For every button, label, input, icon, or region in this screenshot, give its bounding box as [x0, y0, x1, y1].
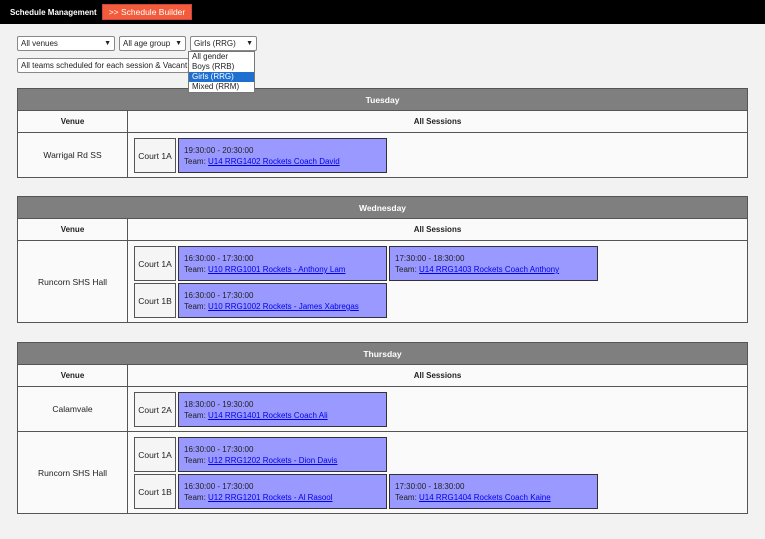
- session-block[interactable]: 19:30:00 - 20:30:00 Team: U14 RRG1402 Ro…: [178, 138, 387, 173]
- team-label: Team:: [184, 411, 206, 420]
- day-section-thursday: Thursday Venue All Sessions Calamvale Co…: [17, 342, 748, 514]
- session-time: 16:30:00 - 17:30:00: [184, 445, 254, 454]
- sessions-column-header: All Sessions: [413, 117, 462, 126]
- court-row: Court 1B 16:30:00 - 17:30:00 Team: U10 R…: [134, 283, 747, 318]
- chevron-down-icon: ▼: [246, 40, 253, 47]
- team-label: Team:: [184, 493, 206, 502]
- session-block[interactable]: 18:30:00 - 19:30:00 Team: U14 RRG1401 Ro…: [178, 392, 387, 427]
- court-label: Court 1B: [134, 283, 176, 318]
- session-block[interactable]: 16:30:00 - 17:30:00 Team: U10 RRG1001 Ro…: [178, 246, 387, 281]
- venue-row: Runcorn SHS Hall Court 1A 16:30:00 - 17:…: [18, 432, 747, 513]
- team-link[interactable]: U10 RRG1002 Rockets - James Xabregas: [208, 302, 359, 311]
- court-label: Court 2A: [134, 392, 176, 427]
- session-time: 19:30:00 - 20:30:00: [184, 146, 254, 155]
- court-list: Court 1A 16:30:00 - 17:30:00 Team: U10 R…: [128, 241, 747, 322]
- court-label: Court 1A: [134, 437, 176, 472]
- column-headers: Venue All Sessions: [18, 111, 747, 133]
- team-link[interactable]: U14 RRG1403 Rockets Coach Anthony: [419, 265, 559, 274]
- day-header: Wednesday: [18, 197, 747, 219]
- team-link[interactable]: U12 RRG1202 Rockets - Dion Davis: [208, 456, 337, 465]
- day-section-wednesday: Wednesday Venue All Sessions Runcorn SHS…: [17, 196, 748, 323]
- team-label: Team:: [184, 157, 206, 166]
- column-headers: Venue All Sessions: [18, 365, 747, 387]
- venue-column-header: Venue: [18, 219, 128, 240]
- session-block[interactable]: 16:30:00 - 17:30:00 Team: U10 RRG1002 Ro…: [178, 283, 387, 318]
- session-block[interactable]: 16:30:00 - 17:30:00 Team: U12 RRG1201 Ro…: [178, 474, 387, 509]
- venue-name: Calamvale: [18, 387, 128, 431]
- venue-row: Warrigal Rd SS Court 1A 19:30:00 - 20:30…: [18, 133, 747, 177]
- venue-column-header: Venue: [18, 111, 128, 132]
- gender-select[interactable]: Girls (RRG) ▼: [190, 36, 257, 51]
- sessions-column-header: All Sessions: [413, 371, 462, 380]
- session-block[interactable]: 17:30:00 - 18:30:00 Team: U14 RRG1404 Ro…: [389, 474, 598, 509]
- sessions-column-header: All Sessions: [413, 225, 462, 234]
- team-label: Team:: [184, 456, 206, 465]
- team-link[interactable]: U12 RRG1201 Rockets - Al Rasool: [208, 493, 333, 502]
- session-time: 16:30:00 - 17:30:00: [184, 254, 254, 263]
- team-label: Team:: [395, 493, 417, 502]
- chevron-down-icon: ▼: [175, 40, 182, 47]
- app-title: Schedule Management: [10, 7, 97, 17]
- gender-option[interactable]: Boys (RRB): [189, 62, 254, 72]
- session-time: 18:30:00 - 19:30:00: [184, 400, 254, 409]
- session-block[interactable]: 17:30:00 - 18:30:00 Team: U14 RRG1403 Ro…: [389, 246, 598, 281]
- team-label: Team:: [184, 265, 206, 274]
- display-mode-value: All teams scheduled for each session & V…: [21, 61, 188, 70]
- gender-select-value: Girls (RRG): [194, 39, 236, 48]
- venue-row: Calamvale Court 2A 18:30:00 - 19:30:00 T…: [18, 387, 747, 432]
- gender-option[interactable]: Mixed (RRM): [189, 82, 254, 92]
- session-time: 17:30:00 - 18:30:00: [395, 482, 465, 491]
- venue-name: Warrigal Rd SS: [18, 133, 128, 177]
- session-time: 17:30:00 - 18:30:00: [395, 254, 465, 263]
- day-section-tuesday: Tuesday Venue All Sessions Warrigal Rd S…: [17, 88, 748, 178]
- session-time: 16:30:00 - 17:30:00: [184, 291, 254, 300]
- team-link[interactable]: U14 RRG1404 Rockets Coach Kaine: [419, 493, 551, 502]
- venue-column-header: Venue: [18, 365, 128, 386]
- venue-select-value: All venues: [21, 39, 58, 48]
- court-row: Court 1A 16:30:00 - 17:30:00 Team: U12 R…: [134, 437, 747, 472]
- age-group-select-value: All age group: [123, 39, 171, 48]
- court-row: Court 2A 18:30:00 - 19:30:00 Team: U14 R…: [134, 392, 747, 427]
- chevron-down-icon: ▼: [104, 40, 111, 47]
- gender-dropdown-list: All gender Boys (RRB) Girls (RRG) Mixed …: [188, 51, 255, 93]
- venue-row: Runcorn SHS Hall Court 1A 16:30:00 - 17:…: [18, 241, 747, 322]
- court-label: Court 1A: [134, 138, 176, 173]
- court-label: Court 1B: [134, 474, 176, 509]
- day-header: Thursday: [18, 343, 747, 365]
- venue-name: Runcorn SHS Hall: [18, 241, 128, 322]
- gender-option[interactable]: All gender: [189, 52, 254, 62]
- filter-bar: All venues ▼ All age group ▼ Girls (RRG)…: [17, 36, 257, 51]
- column-headers: Venue All Sessions: [18, 219, 747, 241]
- session-block[interactable]: 16:30:00 - 17:30:00 Team: U12 RRG1202 Ro…: [178, 437, 387, 472]
- schedule-builder-button[interactable]: >> Schedule Builder: [101, 4, 193, 20]
- team-label: Team:: [395, 265, 417, 274]
- team-link[interactable]: U14 RRG1402 Rockets Coach David: [208, 157, 340, 166]
- court-label: Court 1A: [134, 246, 176, 281]
- team-label: Team:: [184, 302, 206, 311]
- team-link[interactable]: U14 RRG1401 Rockets Coach Ali: [208, 411, 328, 420]
- session-time: 16:30:00 - 17:30:00: [184, 482, 254, 491]
- top-bar: Schedule Management >> Schedule Builder: [0, 0, 765, 24]
- court-list: Court 2A 18:30:00 - 19:30:00 Team: U14 R…: [128, 387, 747, 431]
- team-link[interactable]: U10 RRG1001 Rockets - Anthony Lam: [208, 265, 345, 274]
- court-row: Court 1A 19:30:00 - 20:30:00 Team: U14 R…: [134, 138, 747, 173]
- court-row: Court 1B 16:30:00 - 17:30:00 Team: U12 R…: [134, 474, 747, 509]
- display-mode-select[interactable]: All teams scheduled for each session & V…: [17, 58, 189, 73]
- court-list: Court 1A 19:30:00 - 20:30:00 Team: U14 R…: [128, 133, 747, 177]
- venue-select[interactable]: All venues ▼: [17, 36, 115, 51]
- age-group-select[interactable]: All age group ▼: [119, 36, 186, 51]
- day-header: Tuesday: [18, 89, 747, 111]
- venue-name: Runcorn SHS Hall: [18, 432, 128, 513]
- gender-option-selected[interactable]: Girls (RRG): [189, 72, 254, 82]
- court-list: Court 1A 16:30:00 - 17:30:00 Team: U12 R…: [128, 432, 747, 513]
- court-row: Court 1A 16:30:00 - 17:30:00 Team: U10 R…: [134, 246, 747, 281]
